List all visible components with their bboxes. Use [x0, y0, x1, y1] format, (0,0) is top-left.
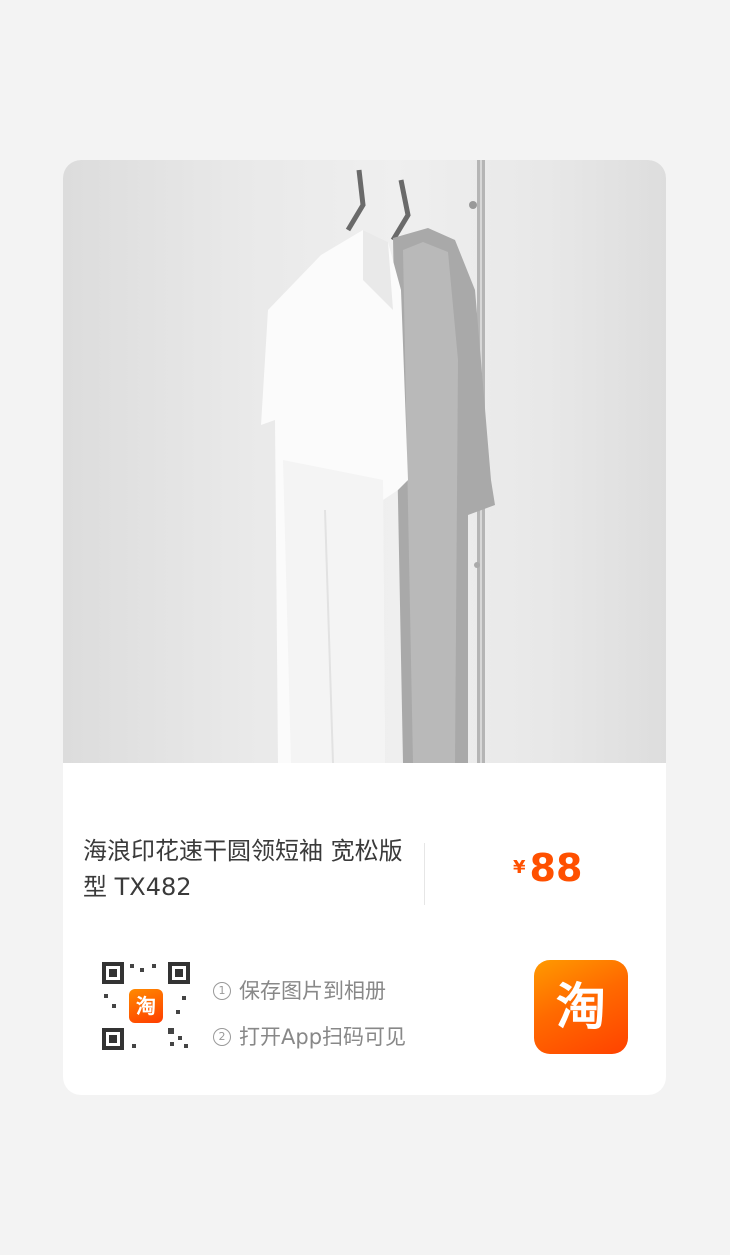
instruction-step-2: 2 打开App扫码可见 — [213, 1014, 406, 1060]
product-title: 海浪印花速干圆领短袖 宽松版型 TX482 — [83, 837, 403, 901]
instruction-step-1: 1 保存图片到相册 — [213, 968, 406, 1014]
step-number-1: 1 — [213, 982, 231, 1000]
price-value: 88 — [529, 846, 583, 890]
taobao-logo-in-qr: 淘 — [129, 989, 163, 1023]
currency-symbol: ¥ — [513, 857, 526, 878]
step-text-1: 保存图片到相册 — [239, 979, 386, 1003]
tshirts-on-rack-image — [261, 160, 495, 763]
product-photo — [63, 160, 666, 763]
qr-code-icon: 淘 — [100, 960, 192, 1052]
scan-instructions: 1 保存图片到相册 2 打开App扫码可见 — [213, 968, 406, 1060]
product-share-card: 海浪印花速干圆领短袖 宽松版型 TX482 ¥88 淘 1 保存图片到相册 2 … — [63, 160, 666, 1095]
step-text-2: 打开App扫码可见 — [239, 1025, 407, 1049]
taobao-app-icon[interactable]: 淘 — [534, 960, 628, 1054]
product-price: ¥88 — [513, 846, 582, 890]
title-price-divider — [424, 843, 425, 905]
step-number-2: 2 — [213, 1028, 231, 1046]
